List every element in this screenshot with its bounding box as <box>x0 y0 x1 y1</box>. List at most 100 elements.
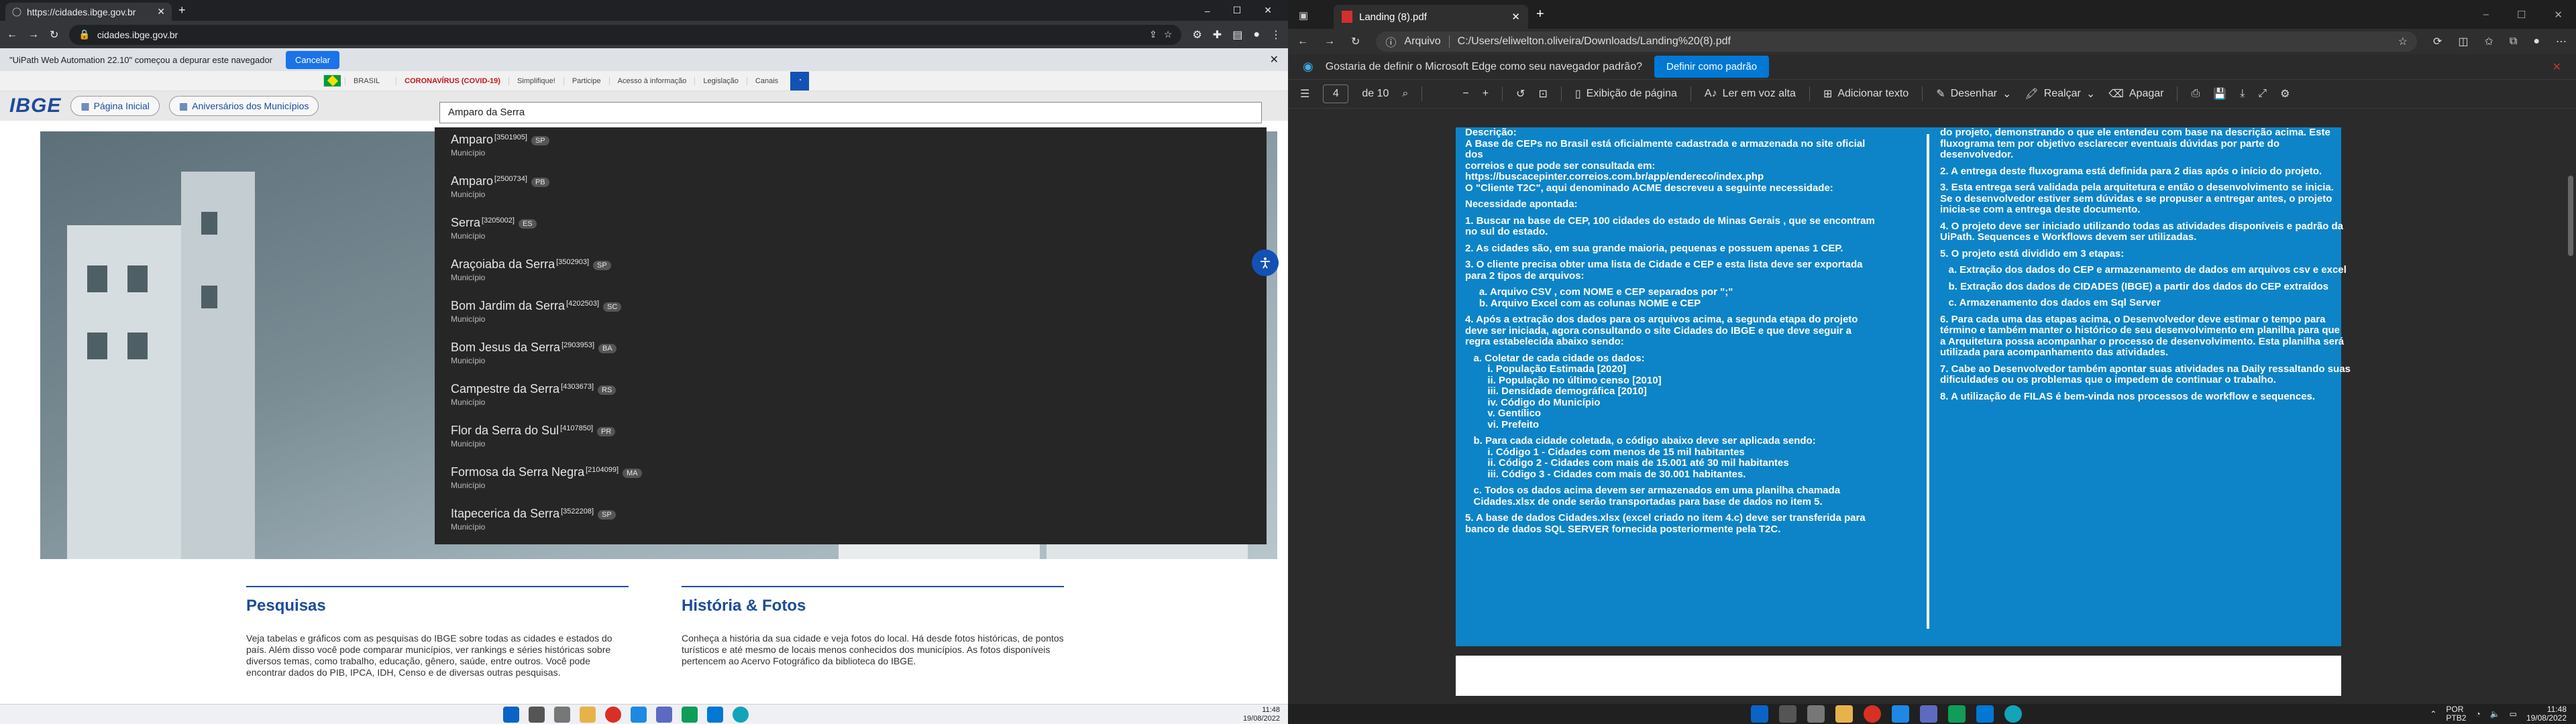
volume-icon[interactable]: 🔈 <box>2490 709 2500 719</box>
input-language[interactable]: POR PTB2 <box>2446 705 2466 723</box>
search-result-item[interactable]: Campestre da Serra [4303673] RS Município <box>435 377 1267 418</box>
edge-tab[interactable]: Landing (8).pdf ✕ <box>1334 5 1528 29</box>
rotate-icon[interactable]: ↺ <box>1516 87 1525 101</box>
favorites-icon[interactable]: ✩ <box>2484 35 2493 48</box>
mail-icon[interactable] <box>631 707 647 723</box>
menu-icon[interactable]: ⋮ <box>1271 28 1281 42</box>
save-icon[interactable]: 💾 <box>2213 87 2226 101</box>
start-icon[interactable] <box>1751 705 1768 723</box>
search-result-item[interactable]: Araçoiaba da Serra [3502903] SP Município <box>435 252 1267 294</box>
refresh-icon[interactable]: ⟳ <box>2433 35 2442 48</box>
gov-link-covid[interactable]: CORONAVÍRUS (COVID-19) <box>396 76 508 85</box>
star-icon[interactable]: ☆ <box>1164 29 1173 40</box>
minimize-icon[interactable]: – <box>1205 5 1210 16</box>
profile-icon[interactable]: ● <box>1253 29 1260 41</box>
puzzle-icon[interactable]: ✚ <box>1213 28 1222 42</box>
scrollbar-thumb[interactable] <box>2568 176 2573 256</box>
back-icon[interactable]: ← <box>7 29 17 41</box>
maximize-icon[interactable]: ☐ <box>2517 9 2526 21</box>
search-result-item[interactable]: Bom Jardim da Serra [4202503] SC Município <box>435 294 1267 335</box>
reload-icon[interactable]: ↻ <box>1351 35 1360 48</box>
menu-icon[interactable]: ⋯ <box>2556 35 2567 48</box>
forward-icon[interactable]: → <box>1324 36 1335 48</box>
close-window-icon[interactable]: ✕ <box>1264 5 1272 16</box>
profile-icon[interactable]: ● <box>2533 36 2540 48</box>
address-bar[interactable]: ⓘ Arquivo C:/Users/eliwelton.oliveira/Do… <box>1376 32 2417 52</box>
teams-icon[interactable] <box>1920 705 1937 723</box>
contents-icon[interactable]: ☰ <box>1300 87 1309 101</box>
fit-icon[interactable]: ⊡ <box>1538 87 1547 101</box>
highlight-button[interactable]: 🖍 Realçar ⌄ <box>2025 87 2095 101</box>
maximize-icon[interactable]: ☐ <box>1233 5 1242 16</box>
read-aloud-button[interactable]: A♪ Ler em voz alta <box>1705 88 1796 100</box>
collections-icon[interactable]: ⧉ <box>2510 36 2517 48</box>
gov-link[interactable]: Canais <box>746 76 786 85</box>
battery-icon[interactable]: ▭ <box>2510 709 2517 719</box>
search-result-item[interactable]: Amparo [3501905] SP Município <box>435 127 1267 169</box>
app-icon[interactable] <box>1976 705 1994 723</box>
search-result-item[interactable]: Itapecerica da Serra [3522208] SP Município <box>435 501 1267 543</box>
folder-icon[interactable] <box>1835 705 1853 723</box>
search-result-item[interactable]: Formosa da Serra Negra [2104099] MA Municíp… <box>435 460 1267 501</box>
sidebar-icon[interactable]: ▤ <box>1232 28 1242 42</box>
home-button[interactable]: ▦ Página Inicial <box>70 96 160 116</box>
gov-brasil[interactable]: BRASIL <box>315 75 396 86</box>
search-result-item[interactable]: Bom Jesus da Serra [2903953] BA Município <box>435 335 1267 377</box>
chrome-icon[interactable] <box>605 707 621 723</box>
accessibility-float-icon[interactable] <box>1252 249 1279 276</box>
edge-icon[interactable] <box>733 707 749 723</box>
extension-icon[interactable]: ⚙ <box>1192 28 1201 42</box>
city-search-input[interactable]: Amparo da Serra <box>439 102 1262 123</box>
app-icon[interactable] <box>682 707 698 723</box>
taskview-icon[interactable] <box>554 707 570 723</box>
start-icon[interactable] <box>503 707 519 723</box>
settings-icon[interactable]: ⚙ <box>2280 87 2290 101</box>
close-icon[interactable]: ✕ <box>1270 53 1279 66</box>
edge-icon[interactable] <box>2004 705 2022 723</box>
page-view-button[interactable]: ▯ Exibição de página <box>1575 87 1677 101</box>
address-bar[interactable]: 🔒 cidades.ibge.gov.br ⇪ ☆ <box>69 24 1182 45</box>
erase-button[interactable]: ⌫ Apagar <box>2108 87 2163 101</box>
tab-actions-icon[interactable]: ▣ <box>1299 9 1308 21</box>
taskview-icon[interactable] <box>1807 705 1825 723</box>
new-tab-icon[interactable]: + <box>1536 7 1544 22</box>
gov-link[interactable]: Acesso à informação <box>608 76 695 85</box>
close-icon[interactable]: ✕ <box>157 6 165 17</box>
close-window-icon[interactable]: ✕ <box>2554 9 2563 21</box>
minimize-icon[interactable]: – <box>2483 9 2489 20</box>
anniversaries-button[interactable]: ▦ Aniversários dos Municípios <box>168 96 319 116</box>
add-text-button[interactable]: ⊞ Adicionar texto <box>1823 87 1909 101</box>
gov-link[interactable]: Simplifique! <box>508 76 564 85</box>
chevron-up-icon[interactable]: ⌃ <box>2430 709 2436 719</box>
research-title[interactable]: Pesquisas <box>246 597 629 615</box>
find-icon[interactable]: ⌕ <box>1402 88 1408 100</box>
app-icon[interactable] <box>707 707 723 723</box>
teams-icon[interactable] <box>656 707 672 723</box>
taskbar-clock[interactable]: 11:48 19/08/2022 <box>2526 705 2567 723</box>
print-icon[interactable]: ⎙ <box>2191 88 2200 100</box>
chrome-icon[interactable] <box>1864 705 1881 723</box>
forward-icon[interactable]: → <box>28 29 39 41</box>
taskbar-clock[interactable]: 11:48 19/08/2022 <box>1243 706 1280 723</box>
set-default-button[interactable]: Definir como padrão <box>1654 56 1770 78</box>
search-result-item[interactable]: Flor da Serra do Sul [4107850] PR Município <box>435 418 1267 460</box>
ibge-logo[interactable]: IBGE <box>9 95 61 117</box>
new-tab-icon[interactable]: + <box>178 3 186 17</box>
search-result-item[interactable]: Serra [3205002] ES Município <box>435 210 1267 252</box>
mail-icon[interactable] <box>1892 705 1909 723</box>
search-icon[interactable] <box>1779 705 1796 723</box>
search-icon[interactable] <box>529 707 545 723</box>
search-result-item[interactable]: Amparo [2500734] PB Município <box>435 169 1267 210</box>
close-icon[interactable]: ✕ <box>1511 11 1520 23</box>
wifi-icon[interactable]: ◔ <box>2475 709 2480 719</box>
favorite-add-icon[interactable]: ☆ <box>2398 35 2408 48</box>
folder-icon[interactable] <box>580 707 596 723</box>
zoom-in-icon[interactable]: + <box>1483 88 1489 100</box>
page-number-input[interactable]: 4 <box>1323 84 1349 103</box>
chrome-tab[interactable]: https://cidades.ibge.gov.br ✕ <box>5 3 172 21</box>
reload-icon[interactable]: ↻ <box>50 28 58 42</box>
save-as-icon[interactable]: ⤓ <box>2240 88 2245 100</box>
split-icon[interactable]: ◫ <box>2458 35 2468 48</box>
fullscreen-icon[interactable]: ⤢ <box>2258 88 2267 100</box>
pdf-viewport[interactable]: Descrição: A Base de CEPs no Brasil está … <box>1288 109 2576 704</box>
